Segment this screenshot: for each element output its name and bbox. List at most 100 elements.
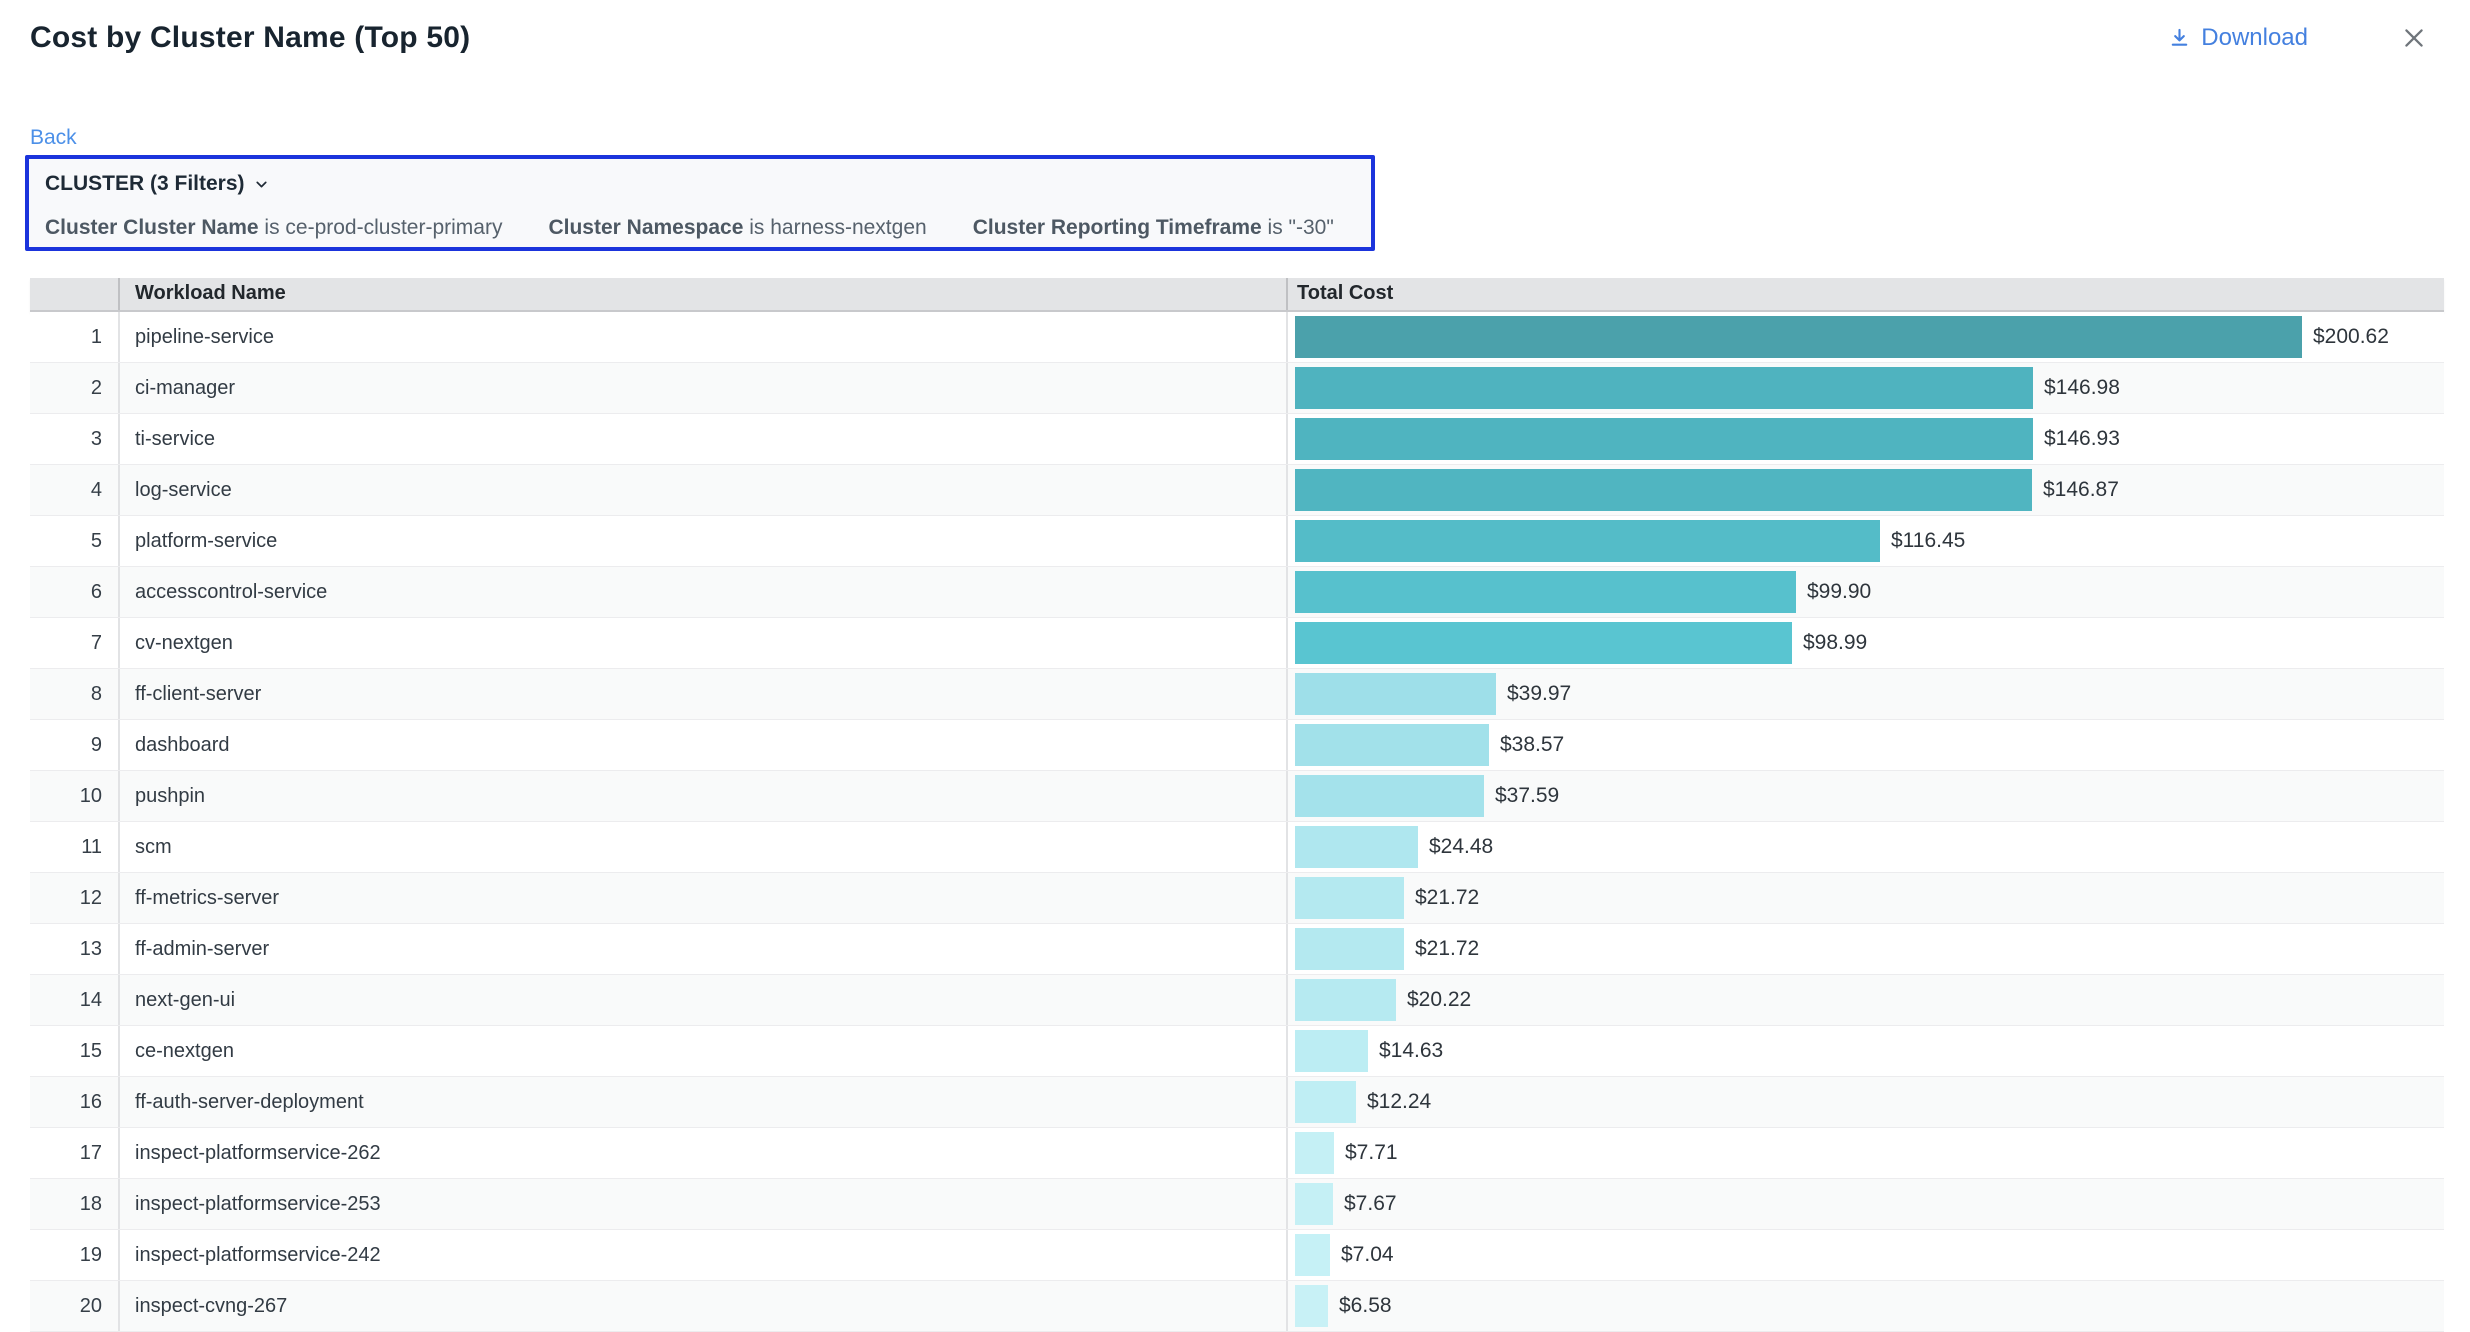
workload-name-column-header: Workload Name (118, 278, 1286, 310)
cost-bar[interactable] (1295, 1234, 1330, 1276)
table-row: 15ce-nextgen$14.63 (30, 1026, 2444, 1077)
close-button[interactable] (2400, 24, 2428, 52)
filter-field: Cluster Reporting Timeframe (973, 216, 1262, 239)
rank-cell: 9 (30, 720, 118, 770)
rank-cell: 4 (30, 465, 118, 515)
table-row: 19inspect-platformservice-242$7.04 (30, 1230, 2444, 1281)
total-cost-cell: $14.63 (1286, 1026, 2444, 1076)
download-icon (2168, 27, 2191, 50)
filter-field: Cluster Namespace (548, 216, 743, 239)
workload-name-cell: ti-service (118, 414, 1286, 464)
cost-bar[interactable] (1295, 877, 1404, 919)
cost-bar[interactable] (1295, 928, 1404, 970)
rank-cell: 19 (30, 1230, 118, 1280)
total-cost-cell: $37.59 (1286, 771, 2444, 821)
cost-bar[interactable] (1295, 367, 2033, 409)
cost-bar[interactable] (1295, 775, 1484, 817)
cost-value-label: $146.93 (2044, 427, 2120, 451)
cost-bar[interactable] (1295, 724, 1489, 766)
table-body: 1pipeline-service$200.622ci-manager$146.… (30, 312, 2444, 1332)
cost-table: Workload Name Total Cost 1pipeline-servi… (30, 278, 2444, 1332)
total-cost-cell: $21.72 (1286, 873, 2444, 923)
total-cost-column-header: Total Cost (1286, 278, 2444, 310)
rank-cell: 1 (30, 312, 118, 362)
download-button[interactable]: Download (2168, 24, 2308, 52)
cost-bar[interactable] (1295, 571, 1796, 613)
rank-column-header (30, 278, 118, 310)
rank-cell: 8 (30, 669, 118, 719)
cost-bar[interactable] (1295, 826, 1418, 868)
rank-cell: 3 (30, 414, 118, 464)
total-cost-cell: $146.93 (1286, 414, 2444, 464)
total-cost-cell: $38.57 (1286, 720, 2444, 770)
rank-cell: 15 (30, 1026, 118, 1076)
rank-cell: 14 (30, 975, 118, 1025)
table-row: 14next-gen-ui$20.22 (30, 975, 2444, 1026)
cost-bar[interactable] (1295, 1132, 1334, 1174)
cost-value-label: $98.99 (1803, 631, 1867, 655)
table-row: 18inspect-platformservice-253$7.67 (30, 1179, 2444, 1230)
rank-cell: 17 (30, 1128, 118, 1178)
total-cost-cell: $116.45 (1286, 516, 2444, 566)
filter-condition: Cluster Namespace is harness-nextgen (548, 216, 926, 240)
page-title: Cost by Cluster Name (Top 50) (30, 21, 2168, 55)
cost-value-label: $7.71 (1345, 1141, 1398, 1165)
close-icon (2400, 24, 2428, 52)
table-row: 12ff-metrics-server$21.72 (30, 873, 2444, 924)
total-cost-cell: $24.48 (1286, 822, 2444, 872)
rank-cell: 11 (30, 822, 118, 872)
cost-value-label: $200.62 (2313, 325, 2389, 349)
cost-value-label: $24.48 (1429, 835, 1493, 859)
cost-bar[interactable] (1295, 520, 1880, 562)
cost-value-label: $38.57 (1500, 733, 1564, 757)
cost-bar[interactable] (1295, 979, 1396, 1021)
back-link[interactable]: Back (30, 126, 77, 150)
total-cost-cell: $7.04 (1286, 1230, 2444, 1280)
cost-value-label: $37.59 (1495, 784, 1559, 808)
table-row: 20inspect-cvng-267$6.58 (30, 1281, 2444, 1332)
workload-name-cell: ff-auth-server-deployment (118, 1077, 1286, 1127)
cost-bar[interactable] (1295, 673, 1496, 715)
workload-name-cell: inspect-platformservice-242 (118, 1230, 1286, 1280)
table-row: 5platform-service$116.45 (30, 516, 2444, 567)
workload-name-cell: ff-metrics-server (118, 873, 1286, 923)
filter-panel-toggle[interactable]: CLUSTER (3 Filters) (45, 172, 1355, 196)
rank-cell: 13 (30, 924, 118, 974)
cost-bar[interactable] (1295, 1030, 1368, 1072)
total-cost-cell: $6.58 (1286, 1281, 2444, 1331)
cost-value-label: $146.98 (2044, 376, 2120, 400)
cost-bar[interactable] (1295, 1081, 1356, 1123)
workload-name-cell: platform-service (118, 516, 1286, 566)
table-row: 4log-service$146.87 (30, 465, 2444, 516)
table-row: 3ti-service $146.93 (30, 414, 2444, 465)
workload-name-cell: ff-admin-server (118, 924, 1286, 974)
total-cost-cell: $98.99 (1286, 618, 2444, 668)
cost-bar[interactable] (1295, 469, 2032, 511)
cost-value-label: $12.24 (1367, 1090, 1431, 1114)
rank-cell: 6 (30, 567, 118, 617)
cost-bar[interactable] (1295, 418, 2033, 460)
workload-name-cell: pushpin (118, 771, 1286, 821)
filter-op-value: is harness-nextgen (743, 216, 926, 239)
cost-value-label: $116.45 (1891, 529, 1965, 553)
cost-value-label: $21.72 (1415, 937, 1479, 961)
cost-bar[interactable] (1295, 1285, 1328, 1327)
rank-cell: 20 (30, 1281, 118, 1331)
cost-bar[interactable] (1295, 1183, 1333, 1225)
workload-name-cell: scm (118, 822, 1286, 872)
rank-cell: 7 (30, 618, 118, 668)
rank-cell: 18 (30, 1179, 118, 1229)
filter-panel-title: CLUSTER (3 Filters) (45, 172, 245, 196)
cost-bar[interactable] (1295, 316, 2302, 358)
rank-cell: 10 (30, 771, 118, 821)
workload-name-cell: dashboard (118, 720, 1286, 770)
table-row: 8ff-client-server$39.97 (30, 669, 2444, 720)
total-cost-cell: $21.72 (1286, 924, 2444, 974)
total-cost-cell: $146.98 (1286, 363, 2444, 413)
total-cost-cell: $146.87 (1286, 465, 2444, 515)
cost-value-label: $20.22 (1407, 988, 1471, 1012)
workload-name-cell: inspect-platformservice-262 (118, 1128, 1286, 1178)
cost-bar[interactable] (1295, 622, 1792, 664)
table-row: 2ci-manager$146.98 (30, 363, 2444, 414)
filter-op-value: is ce-prod-cluster-primary (259, 216, 503, 239)
